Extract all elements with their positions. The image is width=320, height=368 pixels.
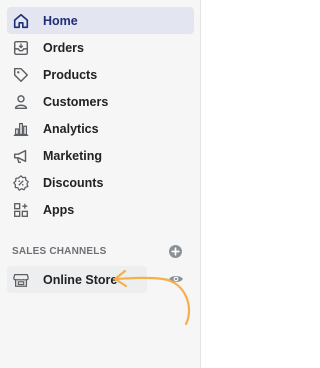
- sidebar-item-orders[interactable]: Orders: [7, 34, 194, 61]
- sidebar-item-label: Apps: [43, 202, 75, 217]
- home-icon: [12, 12, 30, 30]
- sidebar-item-label: Home: [43, 13, 78, 28]
- sidebar-item-label: Online Store: [43, 272, 118, 287]
- sidebar-item-customers[interactable]: Customers: [7, 88, 194, 115]
- orders-icon: [12, 39, 30, 57]
- main-content-area: [202, 0, 265, 368]
- view-online-store-button[interactable]: [168, 271, 184, 287]
- discount-icon: [12, 174, 30, 192]
- sidebar-item-marketing[interactable]: Marketing: [7, 142, 194, 169]
- sidebar-item-apps[interactable]: Apps: [7, 196, 194, 223]
- plus-circle-icon: [171, 247, 180, 256]
- sidebar-item-label: Customers: [43, 94, 109, 109]
- sidebar-item-products[interactable]: Products: [7, 61, 194, 88]
- sales-channels-heading: SALES CHANNELS: [12, 246, 107, 257]
- sidebar: Home Orders Products Customers Analytics…: [0, 0, 201, 368]
- eye-icon: [169, 276, 183, 282]
- sidebar-item-discounts[interactable]: Discounts: [7, 169, 194, 196]
- sidebar-item-label: Analytics: [43, 121, 99, 136]
- tag-icon: [12, 66, 30, 84]
- bar-chart-icon: [12, 120, 30, 138]
- megaphone-icon: [12, 147, 30, 165]
- apps-icon: [12, 201, 30, 219]
- sidebar-item-analytics[interactable]: Analytics: [7, 115, 194, 142]
- sidebar-item-label: Discounts: [43, 175, 104, 190]
- person-icon: [12, 93, 30, 111]
- sidebar-item-home[interactable]: Home: [7, 7, 194, 34]
- sidebar-item-online-store[interactable]: Online Store: [7, 266, 147, 293]
- sidebar-item-label: Products: [43, 67, 98, 82]
- sidebar-item-label: Orders: [43, 40, 84, 55]
- add-sales-channel-button[interactable]: [169, 245, 182, 258]
- store-icon: [12, 271, 30, 289]
- sidebar-item-label: Marketing: [43, 148, 103, 163]
